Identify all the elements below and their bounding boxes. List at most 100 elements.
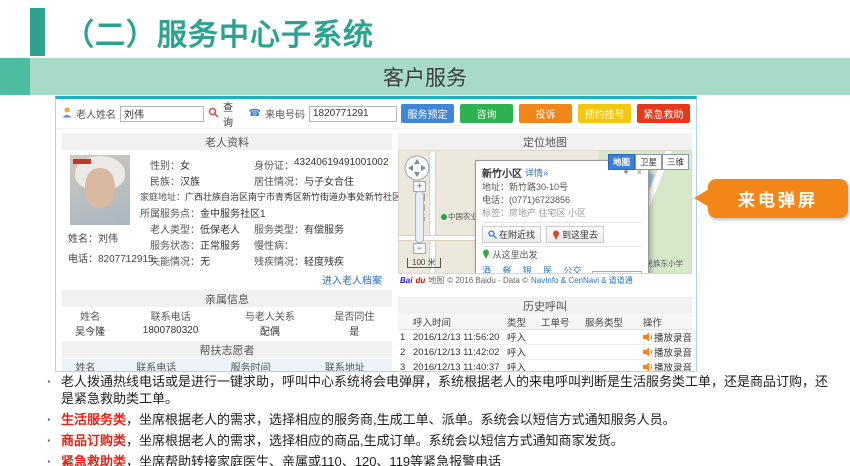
col-operation: 操作: [641, 315, 692, 330]
baidu-map[interactable]: 园湖南路 + − 地图 卫星 三维 中国农业银行 光大银行 新竹 民族东小学 1…: [398, 150, 692, 274]
app-screenshot: 老人姓名 查询 ☎ 来电号码 服务预定 咨询 投诉 预约挂号 紧急救助 老人资料…: [55, 96, 697, 372]
elder-profile-panel: 老人资料 姓名：刘伟 电话：8207712915 性别：女 身份证：432406…: [62, 130, 392, 372]
banner-title: 客户服务: [383, 62, 467, 92]
service-booking-button[interactable]: 服务预定: [401, 104, 454, 123]
depart-here-button[interactable]: 从这里出发: [482, 249, 642, 261]
popup-tags: 标签：房地产 住宅区 小区: [482, 208, 642, 219]
play-recording-button[interactable]: 播放录音: [643, 330, 692, 344]
popup-title: 新竹小区: [482, 165, 522, 180]
banner-accent: [0, 58, 30, 95]
photo-watermark: [73, 159, 91, 164]
call-history-header-row: 呼入时间 类型 工单号 服务类型 操作: [398, 315, 692, 330]
notes-list: 老人拨通热线电话或是进行一键求助，呼叫中心系统将会电弹屏，系统根据老人的来电呼叫…: [44, 373, 830, 466]
page-title: （二）服务中心子系统: [64, 10, 374, 54]
relatives-section-title: 亲属信息: [62, 290, 392, 307]
person-icon: [62, 107, 72, 121]
map-view-3d[interactable]: 三维: [662, 154, 689, 170]
col-call-time: 呼入时间: [411, 315, 505, 330]
relatives-col-cohabit: 是否同住: [317, 308, 392, 323]
zoom-slider[interactable]: [415, 191, 424, 243]
relatives-col-name: 姓名: [62, 308, 118, 323]
map-view-satellite[interactable]: 卫星: [635, 154, 662, 170]
link-hotel[interactable]: 酒店: [482, 264, 498, 274]
relatives-col-relation: 与老人关系: [223, 308, 317, 323]
popup-address: 地址：新竹路30-10号: [482, 182, 642, 193]
relatives-header-row: 姓名 联系电话 与老人关系 是否同住: [62, 308, 392, 323]
call-history-row: 2 2016/12/13 11:42:02 呼入 播放录音: [398, 345, 692, 360]
profile-fields: 性别：女 身份证：43240619491001002 民族：汉族 居住情况：与子…: [138, 155, 428, 268]
photo-phone-caption: 电话：8207712915: [68, 250, 138, 265]
banner: 客户服务: [0, 58, 850, 95]
link-food[interactable]: 餐饮: [502, 264, 518, 274]
popup-detail-link[interactable]: 详情»: [525, 166, 548, 179]
search-icon: [208, 107, 219, 121]
consult-button[interactable]: 咨询: [460, 104, 513, 123]
search-nearby-button[interactable]: 在附近找: [482, 226, 541, 243]
popup-phone: 电话：(0771)6723856: [482, 195, 642, 206]
col-service-type: 服务类型: [583, 315, 641, 330]
map-scale: 100 米: [407, 258, 441, 268]
map-panel: 定位地图 园湖南路 + − 地图 卫星 三维 中国农业银行 光大银行: [398, 130, 692, 372]
popup-search-input[interactable]: [592, 271, 642, 274]
note-item: 生活服务类，坐席根据老人的需求，选择相应的服务商,生成工单、派单。系统会以短信方…: [44, 411, 830, 428]
call-history-title: 历史呼叫: [398, 297, 692, 314]
field-service-status: 服务状态：正常服务: [138, 237, 254, 252]
complaint-button[interactable]: 投诉: [519, 104, 572, 123]
callout-label: 来电弹屏: [738, 186, 818, 211]
speaker-icon: [643, 362, 652, 372]
volunteers-col-name: 姓名: [62, 359, 109, 372]
bank-icon: [441, 214, 447, 220]
col-work-order: 工单号: [539, 315, 583, 330]
photo-column: 姓名：刘伟 电话：8207712915: [66, 155, 138, 268]
volunteers-col-address: 联系地址: [298, 359, 392, 372]
elder-name-label: 老人姓名: [76, 106, 116, 121]
volunteers-col-time: 服务时间: [203, 359, 297, 372]
play-recording-button[interactable]: 播放录音: [643, 360, 692, 372]
relatives-row: 吴今隆 1800780320 配偶 是: [62, 323, 392, 338]
relatives-table: 姓名 联系电话 与老人关系 是否同住 吴今隆 1800780320 配偶 是: [62, 308, 392, 338]
zoom-out-button[interactable]: −: [413, 243, 426, 254]
school-label: 民族东小学: [646, 258, 684, 269]
col-call-type: 类型: [505, 315, 539, 330]
play-recording-button[interactable]: 播放录音: [643, 345, 692, 359]
map-compass-control[interactable]: [404, 155, 430, 184]
volunteers-table: 姓名 联系电话 服务时间 联系地址: [62, 359, 392, 372]
field-incapacity: 失能情况：无: [138, 253, 254, 268]
road-vertical: [429, 151, 436, 273]
elder-name-input[interactable]: [120, 106, 204, 122]
map-section-title: 定位地图: [398, 133, 692, 150]
toolbar-buttons: 服务预定 咨询 投诉 预约挂号 紧急救助: [401, 104, 690, 123]
elder-photo: [70, 155, 130, 225]
volunteers-section-title: 帮扶志愿者: [62, 341, 392, 358]
link-hospital[interactable]: 医院: [543, 264, 559, 274]
map-view-map[interactable]: 地图: [608, 154, 635, 170]
speaker-icon: [643, 347, 652, 357]
speaker-icon: [643, 332, 652, 342]
appointment-button[interactable]: 预约挂号: [578, 104, 631, 123]
callout-arrow: [694, 189, 709, 207]
call-history-table: 呼入时间 类型 工单号 服务类型 操作 1 2016/12/13 11:56:2…: [398, 315, 692, 372]
note-item: 商品订购类，坐席根据老人的需求，选择相应的商品,生成订单。系统会以短信方式通知商…: [44, 432, 830, 449]
popup-buttons: 在附近找 到这里去: [482, 222, 642, 247]
note-item: 老人拨通热线电话或是进行一键求助，呼叫中心系统将会电弹屏，系统根据老人的来电呼叫…: [44, 373, 830, 407]
map-info-popup: 新竹小区 详情» ✦× 地址：新竹路30-10号 电话：(0771)672385…: [475, 160, 649, 274]
field-service-point: 所属服务点：金中服务社区1: [138, 205, 266, 220]
call-history-row: 3 2016/12/13 11:40:37 呼入 播放录音: [398, 360, 692, 373]
field-address: 家庭地址：广西壮族自治区南宁市青秀区新竹街道办事处新竹社区居委会: [138, 190, 428, 203]
app-toolbar: 老人姓名 查询 ☎ 来电号码 服务预定 咨询 投诉 预约挂号 紧急救助: [56, 99, 696, 129]
note-item: 紧急救助类，坐席帮助转接家庭医生、亲属或110、120、119等紧急报警电话: [44, 453, 830, 466]
go-here-button[interactable]: 到这里去: [546, 226, 604, 243]
search-button[interactable]: 查询: [223, 99, 241, 129]
emergency-button[interactable]: 紧急救助: [637, 104, 690, 123]
slide: （二）服务中心子系统 客户服务 老人姓名 查询 ☎ 来电号码 服务预定 咨询 投…: [0, 0, 850, 466]
caller-number-input[interactable]: [309, 106, 397, 122]
field-gender: 性别：女: [138, 157, 254, 172]
field-ethnicity: 民族：汉族: [138, 173, 254, 188]
call-history-section: 历史呼叫 呼入时间 类型 工单号 服务类型 操作 1 2016/12/13 11…: [398, 297, 692, 372]
map-copyright: Baidu地图 © 2016 Baidu - Data © NavInfo & …: [398, 274, 692, 287]
enter-archive-link[interactable]: 进入老人档案: [62, 272, 382, 287]
photo-name-caption: 姓名：刘伟: [68, 230, 138, 245]
link-bus-stop[interactable]: 公交站: [563, 264, 588, 274]
link-bank[interactable]: 银行: [523, 264, 539, 274]
profile-body: 姓名：刘伟 电话：8207712915 性别：女 身份证：43240619491…: [62, 150, 392, 268]
